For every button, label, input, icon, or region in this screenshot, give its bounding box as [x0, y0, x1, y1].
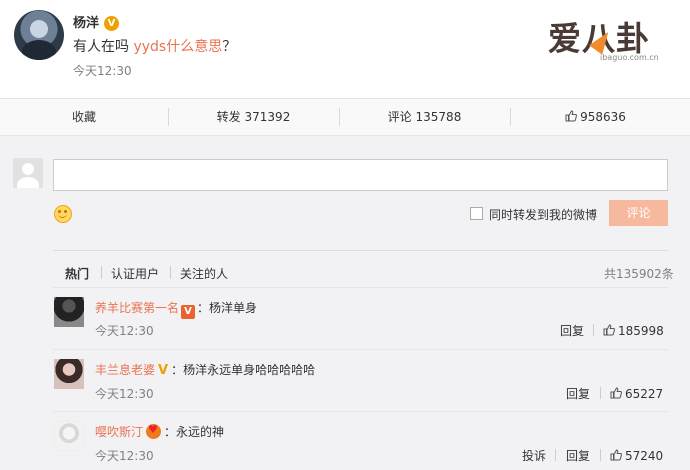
- author-avatar[interactable]: [14, 10, 64, 60]
- comment-row: 丰兰息老婆 V ：杨洋永远单身哈哈哈哈哈: [95, 361, 315, 378]
- comment-text: ：杨洋单身: [197, 301, 258, 315]
- divider: [53, 349, 668, 350]
- comment-label: 评论: [387, 110, 412, 124]
- commenter-name[interactable]: 嘤吹斯汀: [95, 425, 143, 439]
- action-divider: [600, 449, 601, 461]
- commenter-avatar[interactable]: [54, 421, 84, 451]
- brand-watermark-logo: 爱八卦 ibaguo.com.cn: [548, 12, 673, 64]
- comment-input[interactable]: [53, 159, 668, 191]
- comment-row: 嘤吹斯汀 ：永远的神: [95, 423, 224, 440]
- thumbs-up-icon: [565, 110, 578, 122]
- comment-text: ：永远的神: [164, 425, 225, 439]
- tab-divider: [170, 266, 171, 279]
- forward-count: 371392: [244, 110, 291, 124]
- reply-button[interactable]: 回复: [560, 322, 584, 339]
- comment-button[interactable]: 评论 135788: [339, 99, 510, 135]
- divider: [53, 287, 668, 288]
- comment-like-button[interactable]: 57240: [610, 449, 663, 463]
- commenter-name[interactable]: 丰兰息老婆: [95, 363, 155, 377]
- submit-comment-button[interactable]: 评论: [609, 200, 668, 226]
- report-button[interactable]: 投诉: [522, 447, 546, 464]
- reply-button[interactable]: 回复: [566, 447, 590, 464]
- commenter-avatar[interactable]: [54, 359, 84, 389]
- verified-badge-icon: V: [158, 363, 169, 378]
- post-action-bar: 收藏 转发 371392 评论 135788 958636: [0, 98, 690, 136]
- comment-count: 135788: [415, 110, 462, 124]
- verified-badge-icon: V: [104, 16, 120, 31]
- heart-badge-icon: [146, 423, 162, 439]
- action-divider: [600, 387, 601, 399]
- comment-like-count: 57240: [625, 449, 664, 463]
- total-comment-count: 共135902条: [604, 267, 674, 281]
- reply-button[interactable]: 回复: [566, 385, 590, 402]
- forward-label: 转发: [216, 110, 241, 124]
- comment-row: 养羊比赛第一名 V ：杨洋单身: [95, 299, 257, 319]
- action-divider: [555, 449, 556, 461]
- collect-label: 收藏: [71, 110, 96, 124]
- comment-like-count: 185998: [618, 324, 664, 338]
- like-button[interactable]: 958636: [510, 99, 681, 135]
- brand-logo-url: ibaguo.com.cn: [600, 53, 659, 62]
- thumbs-up-icon: [610, 449, 622, 461]
- comment-like-count: 65227: [625, 387, 664, 401]
- author-name[interactable]: 杨洋 V: [73, 12, 120, 31]
- repost-checkbox[interactable]: [470, 207, 483, 220]
- action-divider: [593, 324, 594, 336]
- comment-time: 今天12:30: [95, 387, 154, 401]
- comment-text: ：杨洋永远单身哈哈哈哈哈: [171, 363, 316, 377]
- author-name-text[interactable]: 杨洋: [73, 16, 99, 31]
- forward-button[interactable]: 转发 371392: [168, 99, 339, 135]
- my-avatar: [13, 158, 43, 188]
- post-text-after: ？: [222, 39, 237, 55]
- post-text-before: 有人在吗: [73, 39, 134, 55]
- comment-time: 今天12:30: [95, 324, 154, 338]
- repost-label[interactable]: 同时转发到我的微博: [489, 206, 597, 223]
- post-card: 杨洋 V 有人在吗 yyds什么意思？ 今天12:30 爱八卦 ibaguo.co…: [0, 0, 690, 98]
- emoji-icon[interactable]: [54, 205, 72, 223]
- commenter-name[interactable]: 养羊比赛第一名: [95, 301, 179, 315]
- tab-divider: [101, 266, 102, 279]
- post-time[interactable]: 今天12:30: [73, 62, 132, 79]
- tab-following[interactable]: 关注的人: [180, 265, 228, 282]
- post-text: 有人在吗 yyds什么意思？: [73, 36, 236, 56]
- divider: [53, 250, 668, 251]
- tab-hot[interactable]: 热门: [65, 265, 89, 282]
- comment-like-button[interactable]: 65227: [610, 387, 663, 401]
- like-count: 958636: [580, 110, 626, 124]
- tab-verified-users[interactable]: 认证用户: [111, 265, 159, 282]
- collect-button[interactable]: 收藏: [0, 99, 168, 135]
- divider: [53, 411, 668, 412]
- comment-like-button[interactable]: 185998: [603, 324, 664, 338]
- thumbs-up-icon: [610, 387, 622, 399]
- post-topic-link[interactable]: yyds什么意思: [133, 39, 222, 55]
- comment-time: 今天12:30: [95, 449, 154, 463]
- verified-badge-icon: V: [181, 305, 196, 319]
- commenter-avatar[interactable]: [54, 297, 84, 327]
- thumbs-up-icon: [603, 324, 615, 336]
